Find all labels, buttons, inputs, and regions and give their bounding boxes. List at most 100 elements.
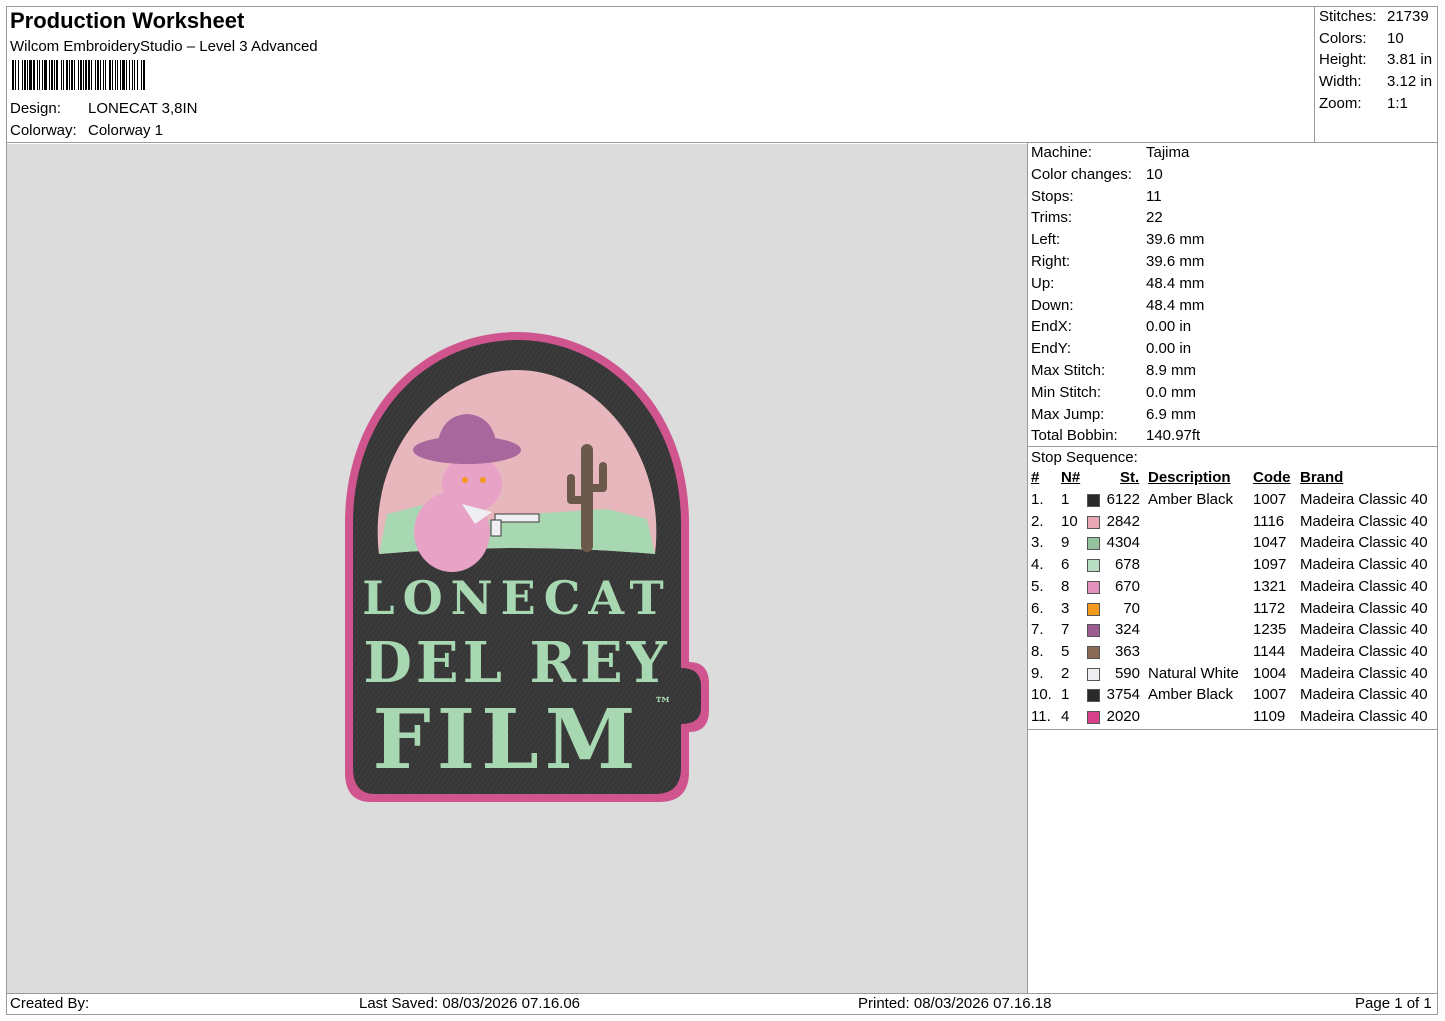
color-swatch	[1087, 580, 1100, 594]
row-needle: 6	[1061, 556, 1070, 574]
table-row: 2. 10 2842 1116 Madeira Classic 40	[1030, 513, 1436, 535]
machine-info-value: 0.00 in	[1146, 318, 1192, 336]
height-value: 3.81 in	[1387, 51, 1433, 68]
machine-info-value: 10	[1146, 165, 1163, 183]
table-row: 8. 5 363 1144 Madeira Classic 40	[1030, 643, 1436, 665]
row-stitches: 2020	[1106, 708, 1140, 725]
col-header-description: Description	[1148, 469, 1231, 486]
machine-info-value: 6.9 mm	[1146, 405, 1197, 423]
width-label: Width:	[1319, 73, 1362, 90]
summary-divider	[1314, 6, 1315, 142]
color-swatch	[1087, 515, 1100, 529]
stats-divider	[1027, 446, 1438, 447]
row-needle: 2	[1061, 664, 1070, 682]
table-row: 9. 2 590 Natural White 1004 Madeira Classic 4…	[1030, 665, 1436, 687]
row-stitches: 590	[1114, 664, 1140, 682]
machine-info-label: Max Stitch:	[1031, 362, 1106, 379]
row-index: 9.	[1031, 664, 1044, 682]
height-label: Height:	[1319, 51, 1367, 68]
row-code: 1007	[1253, 686, 1287, 704]
row-needle: 1	[1061, 686, 1070, 704]
color-swatch	[1087, 689, 1100, 703]
row-stitches: 70	[1123, 599, 1140, 617]
colorway-value: Colorway 1	[88, 122, 164, 139]
color-swatch	[1087, 667, 1100, 681]
color-swatch	[1087, 711, 1100, 724]
machine-info-value: 39.6 mm	[1146, 231, 1205, 249]
row-index: 4.	[1031, 556, 1044, 574]
last-saved: Last Saved: 08/03/2026 07.16.06	[359, 995, 581, 1012]
machine-info-value: Tajima	[1146, 144, 1190, 161]
row-description: Natural White	[1148, 664, 1239, 682]
row-brand: Madeira Classic 40	[1300, 534, 1428, 552]
colors-label: Colors:	[1319, 30, 1367, 47]
row-index: 10.	[1031, 686, 1052, 704]
col-header-brand: Brand	[1300, 469, 1344, 486]
patch-text-line1: LONECAT	[362, 571, 672, 625]
software-name: Wilcom EmbroideryStudio – Level 3 Advanc…	[10, 38, 318, 55]
row-stitches: 670	[1114, 577, 1140, 595]
machine-info-label: Left:	[1031, 231, 1061, 249]
design-value: LONECAT 3,8IN	[88, 100, 198, 117]
col-header-st: St.	[1120, 469, 1140, 486]
row-stitches: 4304	[1106, 534, 1140, 552]
design-canvas: LONECAT DEL REY FILM ™	[7, 144, 1027, 993]
col-header-num: #	[1031, 469, 1040, 486]
machine-info-label: Stops:	[1031, 187, 1074, 205]
color-swatch	[1087, 645, 1100, 659]
embroidery-preview: LONECAT DEL REY FILM ™	[345, 332, 709, 802]
row-needle: 10	[1061, 512, 1078, 530]
machine-info-value: 39.6 mm	[1146, 253, 1205, 270]
row-code: 1172	[1253, 599, 1286, 617]
row-index: 6.	[1031, 599, 1044, 617]
machine-info-label: Max Jump:	[1031, 405, 1105, 423]
patch-text-line3: FILM	[373, 692, 642, 788]
row-stitches: 363	[1114, 642, 1140, 660]
stitches-value: 21739	[1387, 8, 1429, 25]
zoom-label: Zoom:	[1319, 95, 1362, 112]
row-code: 1097	[1253, 556, 1287, 574]
design-label: Design:	[10, 100, 61, 117]
row-brand: Madeira Classic 40	[1300, 621, 1428, 639]
table-row: 7. 7 324 1235 Madeira Classic 40	[1030, 621, 1436, 643]
machine-info-label: Down:	[1031, 296, 1074, 314]
patch-text-line2: DEL REY	[363, 630, 670, 696]
row-index: 11.	[1031, 708, 1051, 725]
machine-info-label: Trims:	[1031, 209, 1073, 227]
machine-info-label: Color changes:	[1031, 165, 1132, 183]
row-code: 1144	[1253, 642, 1286, 660]
row-needle: 3	[1061, 599, 1070, 617]
row-needle: 5	[1061, 642, 1070, 660]
col-header-code: Code	[1253, 469, 1291, 486]
table-row: 10. 1 3754 Amber Black 1007 Madeira Classic 4…	[1030, 686, 1436, 708]
row-index: 2.	[1031, 512, 1044, 530]
color-swatch	[1087, 559, 1100, 573]
machine-info-value: 0.00 in	[1146, 340, 1192, 358]
row-code: 1109	[1253, 708, 1286, 725]
canvas-divider	[1027, 142, 1028, 994]
stitches-label: Stitches:	[1319, 8, 1377, 25]
row-index: 8.	[1031, 642, 1044, 660]
row-stitches: 678	[1114, 556, 1140, 574]
machine-info-value: 11	[1146, 187, 1162, 205]
row-brand: Madeira Classic 40	[1300, 577, 1428, 595]
row-needle: 1	[1061, 491, 1070, 508]
row-index: 3.	[1031, 534, 1044, 552]
machine-info-value: 8.9 mm	[1146, 362, 1197, 379]
col-header-n: N#	[1061, 469, 1081, 486]
machine-info-value: 0.0 mm	[1146, 383, 1197, 401]
row-code: 1116	[1253, 512, 1285, 530]
machine-info-label: Total Bobbin:	[1031, 427, 1118, 445]
row-stitches: 3754	[1106, 686, 1140, 704]
row-needle: 4	[1061, 708, 1070, 725]
machine-info-label: EndX:	[1031, 318, 1072, 336]
row-brand: Madeira Classic 40	[1300, 491, 1428, 508]
row-description: Amber Black	[1148, 686, 1234, 704]
row-needle: 8	[1061, 577, 1070, 595]
row-brand: Madeira Classic 40	[1300, 708, 1428, 725]
machine-info-value: 22	[1146, 209, 1163, 227]
row-brand: Madeira Classic 40	[1300, 512, 1428, 530]
row-needle: 9	[1061, 534, 1070, 552]
page-number: Page 1 of 1	[1355, 995, 1432, 1012]
table-row: 6. 3 70 1172 Madeira Classic 40	[1030, 600, 1436, 622]
